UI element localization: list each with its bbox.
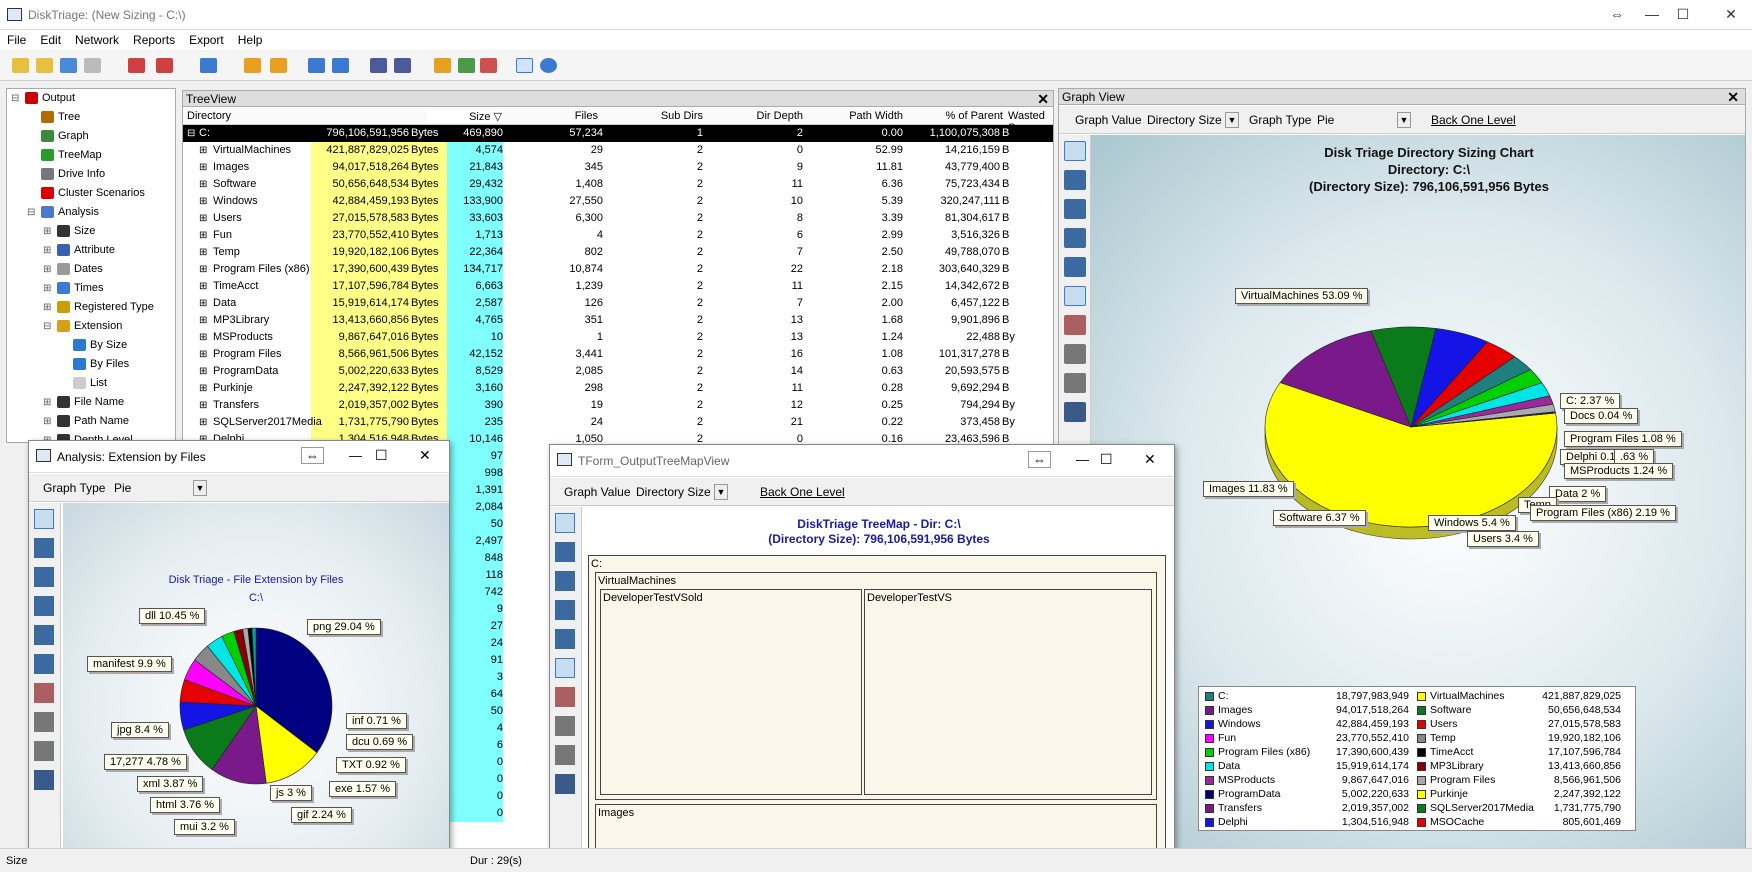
- treemap-cell-developertestvs[interactable]: DeveloperTestVS: [864, 589, 1152, 795]
- treemap-window-title-bar: TForm_OutputTreeMapView ⇔ — ☐ ✕: [550, 445, 1174, 477]
- treemap-window-maximize[interactable]: ☐: [1100, 451, 1113, 468]
- tm-move-icon[interactable]: [555, 571, 575, 591]
- treemap-root-label: C:: [591, 558, 602, 570]
- treemap-images-label: Images: [598, 807, 635, 819]
- treemap-cell-developertestvsold[interactable]: DeveloperTestVSold: [600, 589, 862, 795]
- treemap-title: DiskTriage TreeMap - Dir: C:\ (Directory…: [584, 517, 1174, 547]
- treemap-window-minimize[interactable]: —: [1076, 452, 1089, 467]
- pie-label-inf-0-71: inf 0.71 %: [346, 713, 407, 729]
- pie-label-exe-1-57: exe 1.57 %: [329, 781, 397, 797]
- treemap-title-line1: DiskTriage TreeMap - Dir: C:\: [797, 517, 961, 531]
- pie-label-txt-0-92: TXT 0.92 %: [336, 757, 406, 773]
- pie-label-gif-2-24: gif 2.24 %: [291, 807, 352, 823]
- treemap-window-split-icon[interactable]: ⇔: [1028, 451, 1051, 468]
- pie-label-dcu-0-69: dcu 0.69 %: [346, 734, 414, 750]
- pie-label-png-29-04: png 29.04 %: [307, 619, 381, 635]
- tm-print-icon[interactable]: [555, 716, 575, 736]
- pie-label-jpg-8-4: jpg 8.4 %: [111, 722, 169, 738]
- pie-label-dll-10-45: dll 10.45 %: [139, 608, 206, 624]
- treemap-window-close[interactable]: ✕: [1144, 451, 1156, 468]
- tm-3d-icon[interactable]: [555, 658, 575, 678]
- tm-copy-icon[interactable]: [555, 745, 575, 765]
- treemap-window-tools: [550, 507, 582, 869]
- treemap-window-title: TForm_OutputTreeMapView: [578, 454, 730, 468]
- pie-label-mui-3-2: mui 3.2 %: [174, 819, 235, 835]
- tm-back-one-level-link[interactable]: Back One Level: [760, 485, 845, 499]
- treemap-title-line2: (Directory Size): 796,106,591,956 Bytes: [768, 532, 990, 546]
- tm-graph-value-select[interactable]: Directory Size: [636, 485, 711, 499]
- tm-save-icon[interactable]: [555, 774, 575, 794]
- pie-label-js-3: js 3 %: [270, 785, 312, 801]
- treemap-cell-developertestvs-label: DeveloperTestVS: [867, 592, 952, 604]
- tm-graph-value-dropdown-icon[interactable]: ▼: [714, 484, 728, 500]
- status-size: Size: [6, 855, 28, 867]
- treemap-root[interactable]: C: VirtualMachines DeveloperTestVSold De…: [588, 555, 1166, 865]
- treemap-window-controls: Graph Value Directory Size ▼ Back One Le…: [550, 478, 1174, 506]
- tm-undo-icon[interactable]: [555, 542, 575, 562]
- treemap-virtualmachines-label: VirtualMachines: [598, 575, 677, 587]
- treemap-window: TForm_OutputTreeMapView ⇔ — ☐ ✕ Graph Va…: [549, 444, 1175, 870]
- status-duration: Dur : 29(s): [470, 855, 522, 867]
- pie-label-html-3-76: html 3.76 %: [150, 797, 221, 813]
- pie-label-manifest-9-9: manifest 9.9 %: [87, 656, 172, 672]
- pie-label-xml-3-87: xml 3.87 %: [137, 776, 204, 792]
- status-bar: Size Dur : 29(s): [0, 848, 1752, 872]
- tm-edit-chart-icon[interactable]: [555, 629, 575, 649]
- tm-pointer-icon[interactable]: [555, 513, 575, 533]
- treemap-area: DiskTriage TreeMap - Dir: C:\ (Directory…: [584, 507, 1174, 869]
- treemap-window-icon: [557, 453, 572, 466]
- pie-label-17-277-4-78: 17,277 4.78 %: [104, 754, 187, 770]
- treemap-virtualmachines[interactable]: VirtualMachines DeveloperTestVSold Devel…: [595, 572, 1157, 800]
- tm-tools-icon[interactable]: [555, 687, 575, 707]
- treemap-cell-developertestvsold-label: DeveloperTestVSold: [603, 592, 703, 604]
- tm-zoom-icon[interactable]: [555, 600, 575, 620]
- tm-graph-value-label: Graph Value: [564, 485, 631, 499]
